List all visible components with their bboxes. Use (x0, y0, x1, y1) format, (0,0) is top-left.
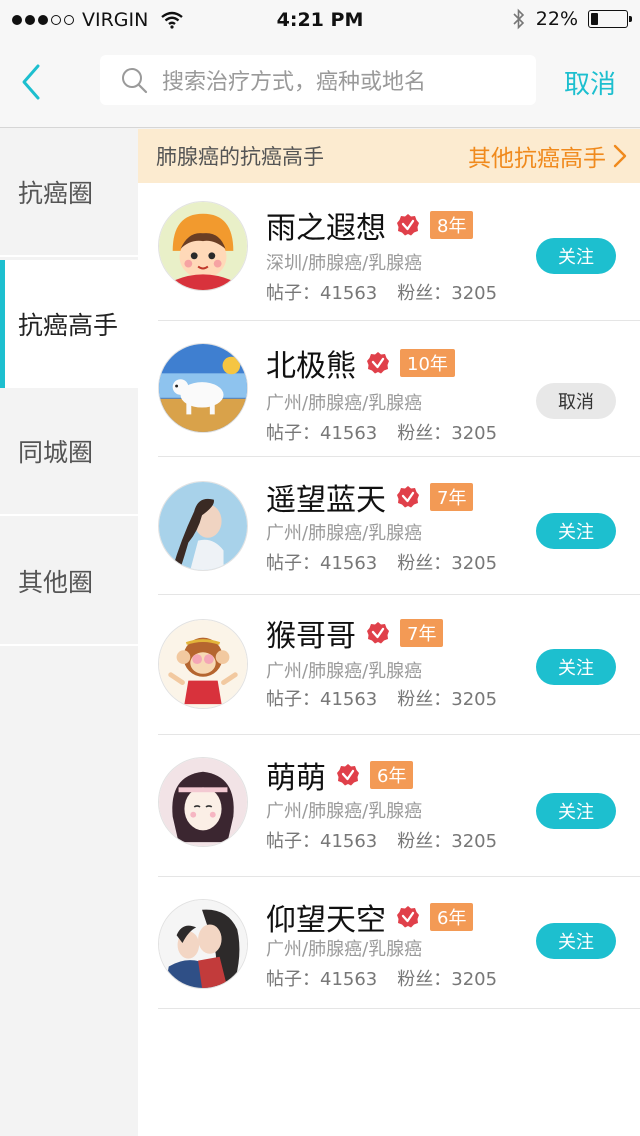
battery-percent: 22% (535, 8, 578, 30)
expert-location-tags: 深圳/肺腺癌/乳腺癌 (266, 253, 423, 274)
expert-stats: 帖子：41563 粉丝：3205 (266, 827, 497, 853)
other-experts-link[interactable]: 其他抗癌高手 (468, 139, 628, 173)
years-badge: 10年 (400, 349, 455, 377)
category-banner: 肺腺癌的抗癌高手 其他抗癌高手 (138, 129, 640, 183)
follow-button[interactable]: 关注 (536, 923, 616, 959)
avatar-image (159, 758, 247, 846)
expert-name-line: 北极熊 10年 (266, 341, 455, 385)
verified-badge-icon (367, 352, 389, 374)
expert-name: 猴哥哥 (266, 619, 356, 654)
expert-row[interactable]: 遥望蓝天 7年 广州/肺腺癌/乳腺癌 帖子：41563 粉丝：3205 关注 (158, 457, 640, 595)
expert-name: 仰望天空 (266, 903, 386, 938)
expert-row[interactable]: 北极熊 10年 广州/肺腺癌/乳腺癌 帖子：41563 粉丝：3205 取消 (158, 321, 640, 457)
expert-name-line: 猴哥哥 7年 (266, 611, 444, 655)
search-placeholder: 搜索治疗方式，癌种或地名 (162, 70, 427, 95)
avatar[interactable] (158, 481, 248, 571)
battery-icon (588, 10, 632, 28)
banner-title: 肺腺癌的抗癌高手 (156, 145, 324, 169)
sidebar: 抗癌圈 抗癌高手 同城圈 其他圈 (0, 129, 138, 1136)
expert-stats: 帖子：41563 粉丝：3205 (266, 965, 497, 991)
expert-list-panel: 肺腺癌的抗癌高手 其他抗癌高手 雨之遐想 8年 深圳/肺腺癌/乳腺癌 帖子：41… (138, 129, 640, 1136)
avatar[interactable] (158, 619, 248, 709)
sidebar-item-other-circles[interactable]: 其他圈 (0, 518, 138, 646)
expert-row[interactable]: 萌萌 6年 广州/肺腺癌/乳腺癌 帖子：41563 粉丝：3205 关注 (158, 735, 640, 877)
post-count: 帖子：41563 (266, 553, 378, 574)
years-badge: 6年 (370, 761, 414, 789)
fan-count: 粉丝：3205 (397, 969, 498, 990)
follow-button[interactable]: 关注 (536, 793, 616, 829)
fan-count: 粉丝：3205 (397, 831, 498, 852)
avatar-image (159, 620, 247, 708)
verified-badge-icon (397, 214, 419, 236)
avatar-image (159, 900, 247, 988)
post-count: 帖子：41563 (266, 423, 378, 444)
expert-name: 北极熊 (266, 349, 356, 384)
avatar[interactable] (158, 899, 248, 989)
expert-location-tags: 广州/肺腺癌/乳腺癌 (266, 939, 423, 960)
verified-badge-icon (397, 906, 419, 928)
years-badge: 7年 (400, 619, 444, 647)
avatar[interactable] (158, 343, 248, 433)
avatar-image (159, 482, 247, 570)
post-count: 帖子：41563 (266, 283, 378, 304)
expert-name: 遥望蓝天 (266, 483, 386, 518)
nav-bar: 搜索治疗方式，癌种或地名 取消 (0, 40, 640, 128)
verified-badge-icon (367, 622, 389, 644)
sidebar-item-anti-cancer-circle[interactable]: 抗癌圈 (0, 129, 138, 257)
fan-count: 粉丝：3205 (397, 553, 498, 574)
verified-badge-icon (397, 486, 419, 508)
sidebar-item-anti-cancer-experts[interactable]: 抗癌高手 (0, 260, 138, 388)
expert-stats: 帖子：41563 粉丝：3205 (266, 279, 497, 305)
expert-row[interactable]: 雨之遐想 8年 深圳/肺腺癌/乳腺癌 帖子：41563 粉丝：3205 关注 (158, 183, 640, 321)
fan-count: 粉丝：3205 (397, 283, 498, 304)
expert-name: 萌萌 (266, 761, 326, 796)
expert-location-tags: 广州/肺腺癌/乳腺癌 (266, 393, 423, 414)
expert-location-tags: 广州/肺腺癌/乳腺癌 (266, 661, 423, 682)
expert-location-tags: 广州/肺腺癌/乳腺癌 (266, 801, 423, 822)
avatar-image (159, 344, 247, 432)
bluetooth-icon (513, 8, 524, 30)
post-count: 帖子：41563 (266, 969, 378, 990)
years-badge: 7年 (430, 483, 474, 511)
status-bar: VIRGIN 4:21 PM 22% (0, 0, 640, 40)
avatar-image (159, 202, 247, 290)
years-badge: 8年 (430, 211, 474, 239)
unfollow-button[interactable]: 取消 (536, 383, 616, 419)
follow-button[interactable]: 关注 (536, 513, 616, 549)
status-right: 22% (512, 8, 632, 30)
expert-row[interactable]: 仰望天空 6年 广州/肺腺癌/乳腺癌 帖子：41563 粉丝：3205 关注 (158, 877, 640, 1009)
post-count: 帖子：41563 (266, 831, 378, 852)
other-experts-label: 其他抗癌高手 (468, 146, 606, 172)
back-arrow-icon[interactable] (14, 60, 54, 104)
sidebar-item-same-city-circle[interactable]: 同城圈 (0, 388, 138, 516)
expert-name-line: 遥望蓝天 7年 (266, 475, 474, 519)
chevron-right-icon (613, 144, 627, 168)
fan-count: 粉丝：3205 (397, 689, 498, 710)
cancel-search-button[interactable]: 取消 (564, 64, 616, 101)
search-icon (122, 68, 148, 94)
verified-badge-icon (337, 764, 359, 786)
avatar[interactable] (158, 757, 248, 847)
post-count: 帖子：41563 (266, 689, 378, 710)
avatar[interactable] (158, 201, 248, 291)
search-input[interactable]: 搜索治疗方式，癌种或地名 (100, 55, 536, 105)
expert-name-line: 雨之遐想 8年 (266, 203, 474, 247)
follow-button[interactable]: 关注 (536, 649, 616, 685)
expert-name-line: 仰望天空 6年 (266, 895, 474, 939)
expert-row[interactable]: 猴哥哥 7年 广州/肺腺癌/乳腺癌 帖子：41563 粉丝：3205 关注 (158, 595, 640, 735)
years-badge: 6年 (430, 903, 474, 931)
expert-stats: 帖子：41563 粉丝：3205 (266, 685, 497, 711)
expert-stats: 帖子：41563 粉丝：3205 (266, 419, 497, 445)
follow-button[interactable]: 关注 (536, 238, 616, 274)
expert-name-line: 萌萌 6年 (266, 753, 414, 797)
expert-location-tags: 广州/肺腺癌/乳腺癌 (266, 523, 423, 544)
fan-count: 粉丝：3205 (397, 423, 498, 444)
expert-name: 雨之遐想 (266, 211, 386, 246)
expert-stats: 帖子：41563 粉丝：3205 (266, 549, 497, 575)
